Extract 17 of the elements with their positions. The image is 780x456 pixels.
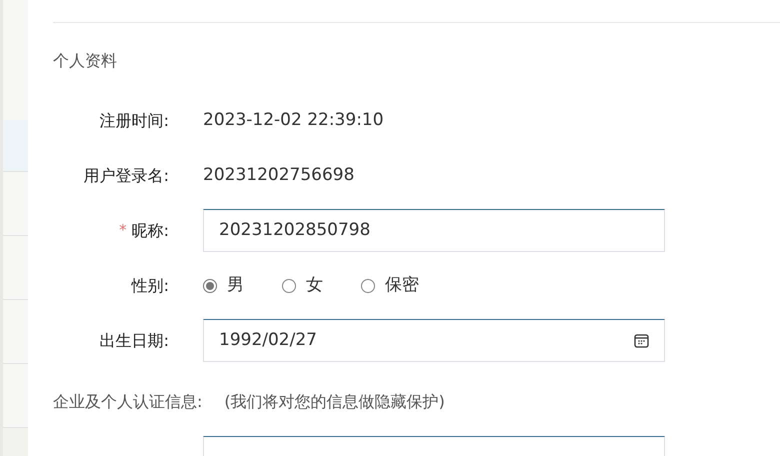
field-label: 性别: [132,274,169,296]
field-value: 2023-12-02 22:39:10 [203,110,384,130]
gender-radio[interactable]: 男 [203,272,244,298]
section-title: 个人资料 [53,50,118,72]
field-label: 昵称: [132,220,169,242]
section-title: 企业及个人认证信息: [53,391,202,413]
field-value: 20231202756698 [203,164,354,185]
field-label: 用户登录名: [84,164,169,186]
nickname-input[interactable]: 20231202850798 [203,209,665,252]
required-mark: * [119,220,127,242]
gender-radio[interactable]: 保密 [361,272,419,298]
gender-radio[interactable]: 女 [282,272,323,298]
field-label: 注册时间: [100,110,169,132]
calendar-icon[interactable] [634,334,649,348]
date-input[interactable]: 1992/02/27 [203,319,665,362]
field-label: 出生日期: [100,330,169,352]
privacy-note: (我们将对您的信息做隐藏保护) [224,391,445,413]
